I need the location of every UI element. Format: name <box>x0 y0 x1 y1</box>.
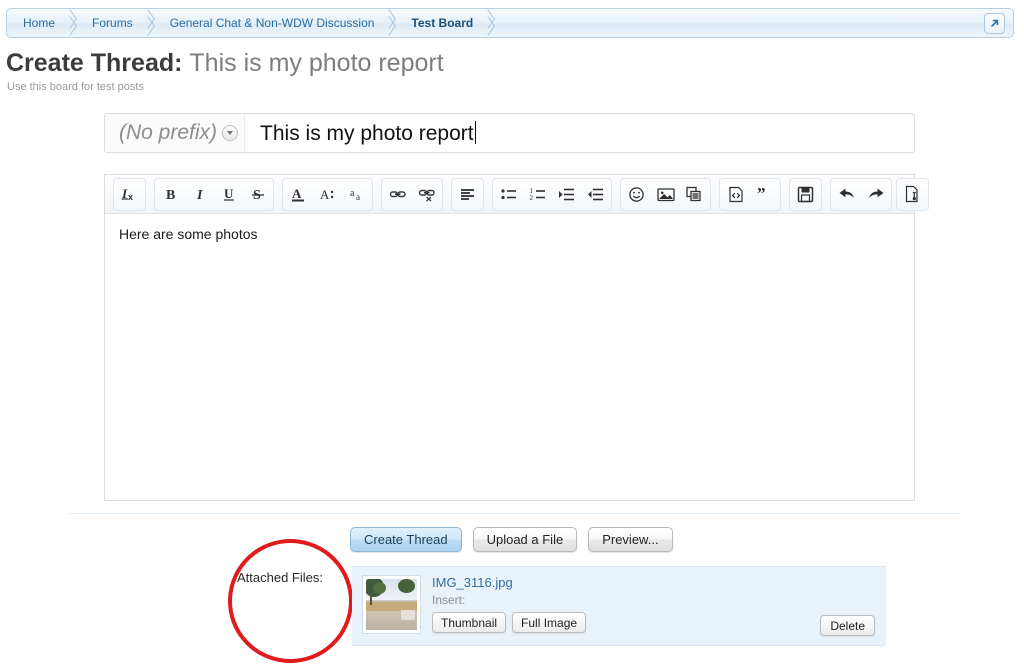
breadcrumb-item-home[interactable]: Home <box>7 8 62 38</box>
message-body[interactable]: Here are some photos <box>105 214 914 254</box>
toolbar-group-code-quote: ” <box>719 177 781 211</box>
editor-toolbar: I x B I U S A A a a 1 2 ” <box>105 175 929 214</box>
thumbnail-image <box>366 579 417 630</box>
toolbar-group-align <box>451 177 484 211</box>
attachment-insert-label: Insert: <box>432 593 466 607</box>
insert-thumbnail-button[interactable]: Thumbnail <box>432 612 507 633</box>
toolbar-group-link <box>381 177 443 211</box>
svg-text:x: x <box>128 192 133 202</box>
link-icon[interactable] <box>383 180 412 209</box>
svg-text:a: a <box>356 192 360 202</box>
thread-title-value: This is my photo report <box>260 121 474 145</box>
breadcrumb-separator-icon <box>62 8 78 38</box>
page-title-subject: This is my photo report <box>189 49 444 77</box>
quote-icon[interactable]: ” <box>750 180 779 209</box>
external-link-icon[interactable] <box>984 13 1005 34</box>
message-body-text: Here are some photos <box>119 226 258 242</box>
indent-icon[interactable] <box>552 180 581 209</box>
upload-a-file-button[interactable]: Upload a File <box>472 527 578 552</box>
toolbar-group-history <box>830 177 892 211</box>
svg-text:A: A <box>292 186 302 201</box>
breadcrumb: Home Forums General Chat & Non-WDW Discu… <box>6 8 1014 38</box>
svg-text:I: I <box>196 188 203 202</box>
svg-text:2: 2 <box>529 194 533 202</box>
text-caret <box>474 120 476 144</box>
breadcrumb-item-general-chat[interactable]: General Chat & Non-WDW Discussion <box>156 8 382 38</box>
numbered-list-icon[interactable]: 1 2 <box>523 180 552 209</box>
font-size-icon[interactable]: A <box>313 180 342 209</box>
form-actions: Create Thread Upload a File Preview... <box>350 527 673 552</box>
underline-icon[interactable]: U <box>214 180 243 209</box>
toolbar-group-font: A A aa <box>282 177 373 211</box>
toolbar-group-text-style: B I U S <box>154 177 274 211</box>
toolbar-group-list: 1 2 <box>492 177 612 211</box>
thread-title-row[interactable]: (No prefix) This is my photo report <box>104 113 915 153</box>
attachment-thumbnail[interactable] <box>362 575 421 634</box>
breadcrumb-separator-icon <box>381 8 397 38</box>
prefix-label: (No prefix) <box>119 121 218 144</box>
italic-icon[interactable]: I <box>185 180 214 209</box>
bold-icon[interactable]: B <box>156 180 185 209</box>
page-description: Use this board for test posts <box>7 81 144 93</box>
page-root: Home Forums General Chat & Non-WDW Discu… <box>0 0 1024 665</box>
svg-text:U: U <box>224 186 234 201</box>
strikethrough-icon[interactable]: S <box>243 180 272 209</box>
toggle-editor-icon[interactable] <box>898 180 927 209</box>
attachment-details: IMG_3116.jpg Insert: Thumbnail Full Imag… <box>432 575 587 633</box>
text-color-icon[interactable]: A <box>284 180 313 209</box>
thread-title-input[interactable]: This is my photo report <box>260 120 476 146</box>
remove-formatting-icon[interactable]: I x <box>115 180 144 209</box>
annotation-circle <box>223 534 358 665</box>
toolbar-group-draft <box>789 177 822 211</box>
create-thread-button[interactable]: Create Thread <box>350 527 462 552</box>
insert-full-image-button[interactable]: Full Image <box>512 612 587 633</box>
page-title: Create Thread: This is my photo report <box>6 48 444 78</box>
insert-media-icon[interactable] <box>680 180 709 209</box>
attachment-list: IMG_3116.jpg Insert: Thumbnail Full Imag… <box>352 566 886 646</box>
breadcrumb-item-forums[interactable]: Forums <box>78 8 140 38</box>
bullet-list-icon[interactable] <box>494 180 523 209</box>
code-icon[interactable] <box>721 180 750 209</box>
preview-button[interactable]: Preview... <box>588 527 673 552</box>
attachment-filename-link[interactable]: IMG_3116.jpg <box>432 575 586 591</box>
toolbar-group-insert <box>620 177 711 211</box>
align-icon[interactable] <box>453 180 482 209</box>
insert-image-icon[interactable] <box>651 180 680 209</box>
svg-text:A: A <box>320 187 330 202</box>
breadcrumb-separator-icon <box>480 8 496 38</box>
outdent-icon[interactable] <box>581 180 610 209</box>
page-title-prefix: Create Thread: <box>6 49 183 77</box>
breadcrumb-separator-icon <box>140 8 156 38</box>
attachment-insert-buttons: Thumbnail Full Image <box>432 612 587 633</box>
undo-icon[interactable] <box>832 180 861 209</box>
attachment-row: IMG_3116.jpg Insert: Thumbnail Full Imag… <box>352 567 886 645</box>
message-editor[interactable]: I x B I U S A A a a 1 2 ” Here are some … <box>104 174 929 501</box>
toolbar-group-format-clear: I x <box>113 177 146 211</box>
save-draft-icon[interactable] <box>791 180 820 209</box>
svg-text:”: ” <box>757 186 766 202</box>
font-family-icon[interactable]: aa <box>342 180 371 209</box>
delete-attachment-button[interactable]: Delete <box>820 615 875 636</box>
section-divider <box>66 513 959 514</box>
unlink-icon[interactable] <box>412 180 441 209</box>
toolbar-group-toggle <box>896 177 929 211</box>
svg-text:B: B <box>166 188 175 202</box>
smilie-icon[interactable] <box>622 180 651 209</box>
svg-text:a: a <box>350 188 355 199</box>
breadcrumb-item-test-board[interactable]: Test Board <box>397 8 480 38</box>
chevron-down-icon[interactable] <box>222 125 239 141</box>
prefix-selector[interactable]: (No prefix) <box>105 114 246 152</box>
redo-icon[interactable] <box>861 180 890 209</box>
